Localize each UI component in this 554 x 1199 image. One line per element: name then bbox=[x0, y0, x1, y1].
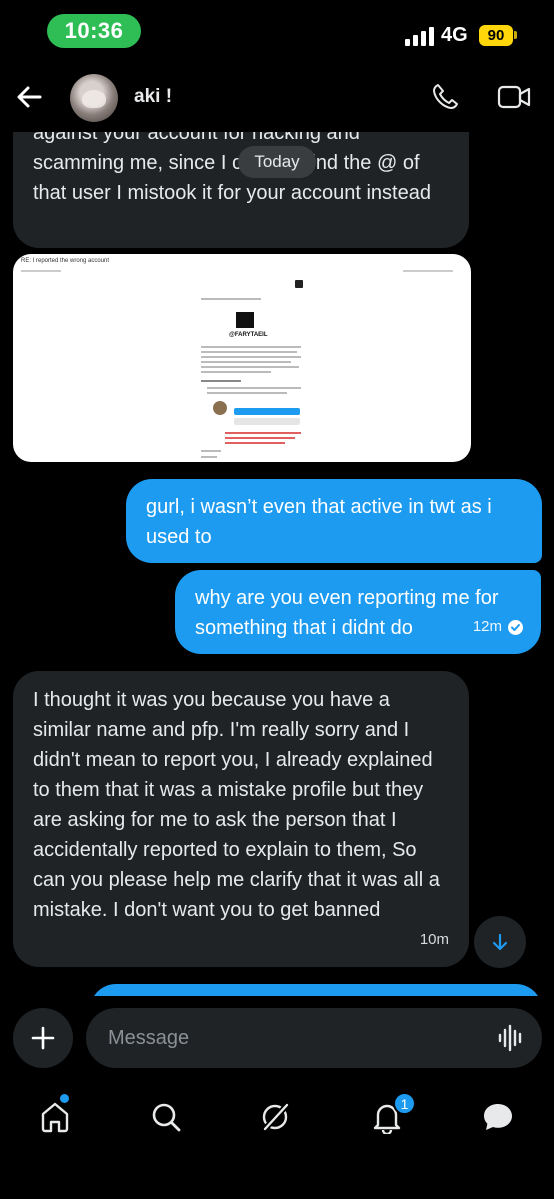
image-button-blue bbox=[234, 408, 300, 415]
add-attachment-button[interactable] bbox=[13, 1008, 73, 1068]
message-time: 12m bbox=[472, 618, 502, 635]
signal-icon bbox=[405, 26, 434, 46]
plus-icon bbox=[31, 1026, 55, 1050]
video-call-icon[interactable] bbox=[497, 83, 531, 111]
message-text: gurl, i wasn’t even that active in twt a… bbox=[146, 496, 492, 548]
scroll-to-bottom-button[interactable] bbox=[474, 916, 526, 968]
network-type: 4G bbox=[441, 24, 468, 46]
search-icon[interactable] bbox=[149, 1100, 183, 1134]
phone-icon[interactable] bbox=[430, 82, 460, 112]
status-bar: 10:36 4G 90 bbox=[0, 0, 554, 64]
grok-icon[interactable] bbox=[258, 1100, 292, 1134]
messages-icon[interactable] bbox=[481, 1100, 515, 1134]
message-input[interactable] bbox=[86, 1008, 542, 1068]
battery-icon: 90 bbox=[479, 25, 513, 46]
message-time: 10m bbox=[419, 931, 449, 948]
message-bubble-incoming[interactable]: I thought it was you because you have a … bbox=[13, 671, 469, 967]
image-button-gray bbox=[234, 418, 300, 425]
message-meta: 12m bbox=[473, 612, 523, 642]
image-title: RE: I reported the wrong account bbox=[21, 258, 110, 264]
voice-message-icon[interactable] bbox=[498, 1023, 524, 1053]
contact-name[interactable]: aki ! bbox=[134, 86, 172, 108]
home-icon[interactable] bbox=[38, 1100, 72, 1134]
battery-tip bbox=[514, 31, 517, 39]
conversation-header: aki ! bbox=[0, 64, 554, 132]
date-divider: Today bbox=[238, 146, 316, 178]
profile-image-icon bbox=[236, 312, 254, 328]
avatar[interactable] bbox=[70, 74, 118, 122]
status-time: 10:36 bbox=[47, 14, 141, 48]
message-bubble-outgoing[interactable]: gurl, i wasn’t even that active in twt a… bbox=[126, 479, 542, 563]
back-arrow-icon[interactable] bbox=[14, 82, 44, 112]
x-logo-icon bbox=[295, 280, 303, 288]
arrow-down-icon bbox=[492, 933, 508, 951]
notification-badge: 1 bbox=[393, 1092, 416, 1115]
message-bubble-outgoing[interactable]: why are you even reporting me for someth… bbox=[175, 570, 541, 654]
bottom-navigation: 1 bbox=[0, 1086, 554, 1199]
image-handle: @FARYTAEIL bbox=[229, 332, 268, 338]
sender-avatar-icon bbox=[213, 401, 227, 415]
message-composer bbox=[0, 996, 554, 1086]
message-text: I thought it was you because you have a … bbox=[33, 689, 440, 921]
home-unread-dot bbox=[60, 1094, 69, 1103]
image-attachment[interactable]: RE: I reported the wrong account @FARYTA… bbox=[13, 254, 471, 462]
seen-check-icon bbox=[508, 619, 523, 635]
